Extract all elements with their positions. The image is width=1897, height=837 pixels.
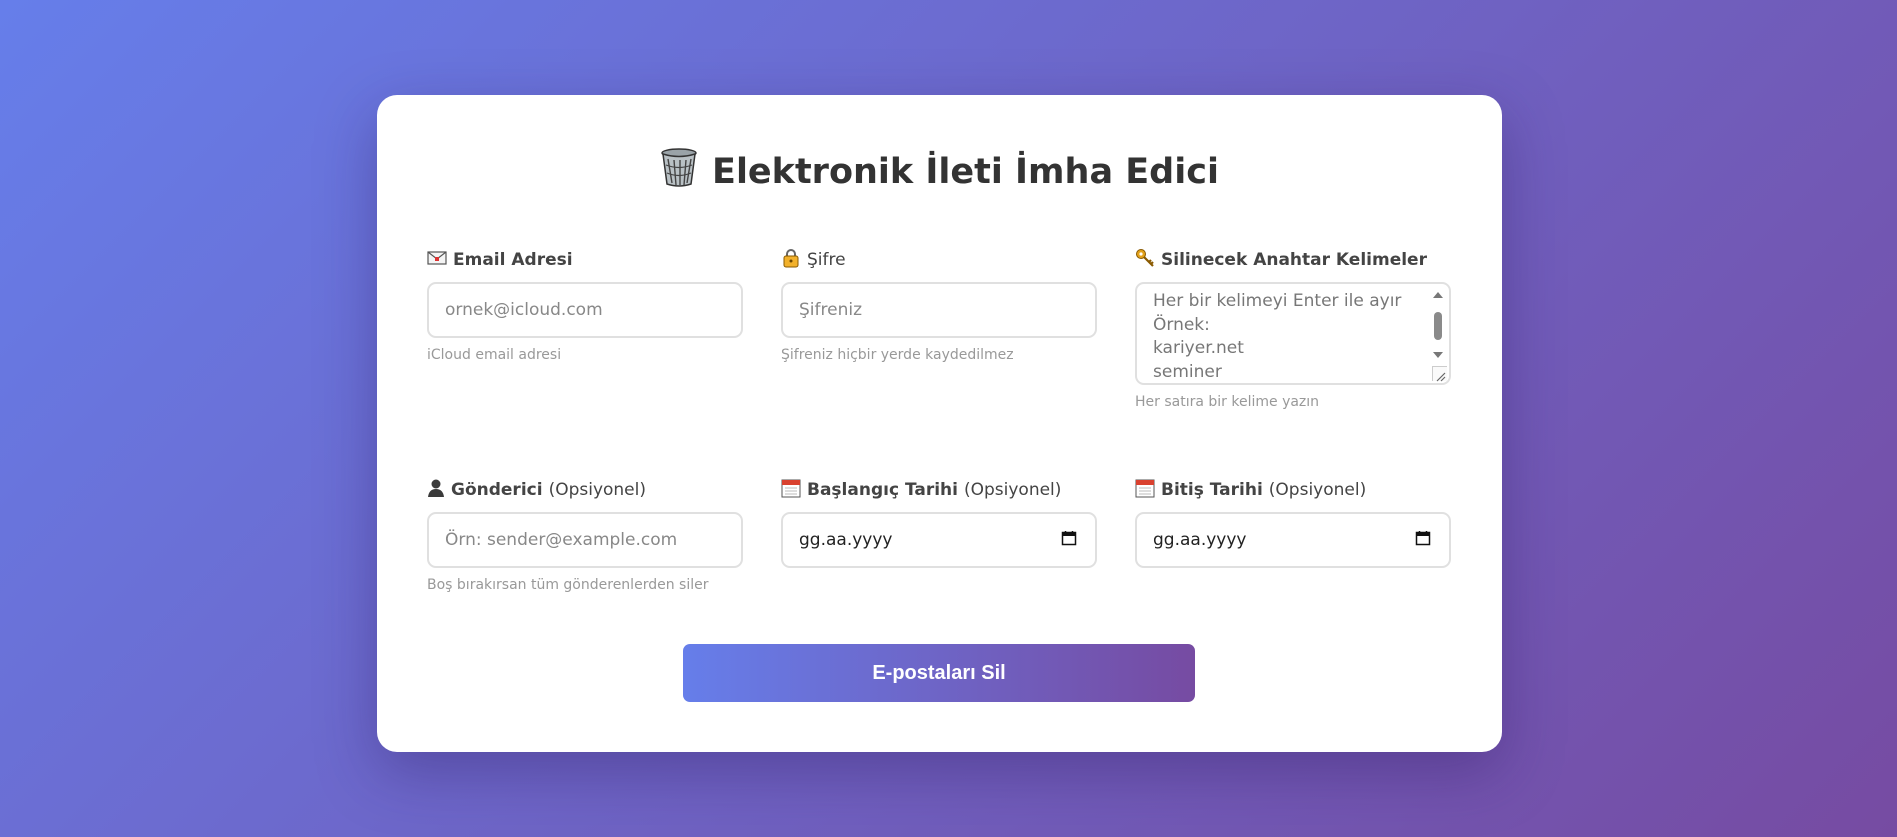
keywords-help: Her satıra bir kelime yazın [1135, 394, 1320, 410]
sender-input[interactable]: Örn: sender@example.com [427, 512, 743, 568]
delete-emails-button[interactable]: E-postaları Sil [683, 644, 1195, 702]
keywords-placeholder-line: kariyer.net [1153, 338, 1244, 358]
sender-group: Gönderici (Opsiyonel) Örn: sender@exampl… [427, 478, 743, 593]
end-date-value: gg.aa.yyyy [1153, 530, 1247, 550]
sender-label: Gönderici (Opsiyonel) [427, 478, 743, 502]
start-date-label: Başlangıç Tarihi (Opsiyonel) [781, 478, 1097, 502]
calendar-picker-icon[interactable] [1061, 530, 1077, 551]
start-date-group: Başlangıç Tarihi (Opsiyonel) gg.aa.yyyy [781, 478, 1097, 568]
resize-handle-icon[interactable] [1432, 366, 1447, 382]
password-placeholder: Şifreniz [799, 300, 862, 320]
email-input[interactable]: ornek@icloud.com [427, 282, 743, 338]
textarea-scrollbar[interactable] [1431, 288, 1445, 362]
lock-icon [781, 248, 801, 273]
end-date-group: Bitiş Tarihi (Opsiyonel) gg.aa.yyyy [1135, 478, 1451, 568]
calendar-icon [1135, 478, 1155, 503]
trash-icon [660, 147, 698, 196]
key-icon [1135, 248, 1155, 273]
password-help: Şifreniz hiçbir yerde kaydedilmez [781, 347, 1014, 363]
person-icon [427, 478, 445, 503]
keywords-textarea[interactable]: Her bir kelimeyi Enter ile ayır Örnek: k… [1135, 282, 1451, 385]
email-placeholder: ornek@icloud.com [445, 300, 603, 320]
keywords-placeholder-line: Her bir kelimeyi Enter ile ayır [1153, 291, 1402, 311]
calendar-picker-icon[interactable] [1415, 530, 1431, 551]
password-input[interactable]: Şifreniz [781, 282, 1097, 338]
sender-placeholder: Örn: sender@example.com [445, 530, 678, 550]
email-help: iCloud email adresi [427, 347, 562, 363]
form-card: Elektronik İleti İmha Edici Email Adresi… [377, 95, 1502, 752]
sender-help: Boş bırakırsan tüm gönderenlerden siler [427, 577, 709, 593]
password-group: Şifre Şifreniz Şifreniz hiçbir yerde kay… [781, 248, 1097, 363]
password-label: Şifre [781, 248, 1097, 272]
title-text: Elektronik İleti İmha Edici [712, 151, 1219, 192]
email-group: Email Adresi ornek@icloud.com iCloud ema… [427, 248, 743, 363]
email-label: Email Adresi [427, 248, 743, 272]
page-title: Elektronik İleti İmha Edici [660, 147, 1219, 196]
start-date-input[interactable]: gg.aa.yyyy [781, 512, 1097, 568]
calendar-icon [781, 478, 801, 503]
keywords-label: Silinecek Anahtar Kelimeler [1135, 248, 1451, 272]
keywords-placeholder-line: Örnek: [1153, 314, 1210, 335]
start-date-value: gg.aa.yyyy [799, 530, 893, 550]
keywords-placeholder-line: seminer [1153, 361, 1222, 382]
end-date-label: Bitiş Tarihi (Opsiyonel) [1135, 478, 1451, 502]
title-row: Elektronik İleti İmha Edici [377, 147, 1502, 196]
envelope-icon [427, 250, 447, 271]
end-date-input[interactable]: gg.aa.yyyy [1135, 512, 1451, 568]
keywords-group: Silinecek Anahtar Kelimeler Her bir keli… [1135, 248, 1451, 410]
